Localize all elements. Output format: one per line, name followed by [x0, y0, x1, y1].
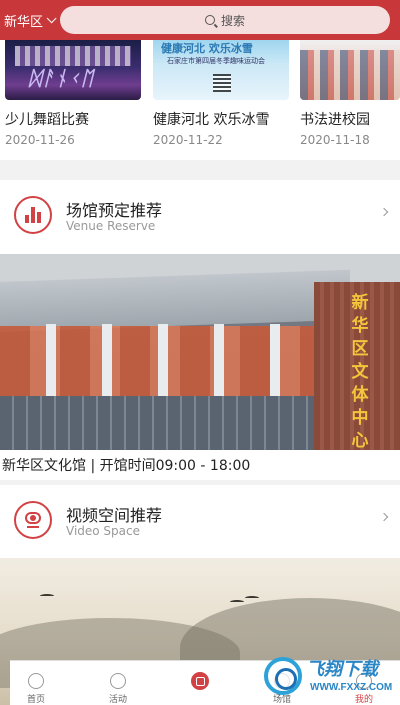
search-input[interactable]: 搜索 [60, 6, 390, 34]
venue-caption: 新华区文化馆 | 开馆时间09:00 - 18:00 [2, 458, 251, 474]
watermark-url: WWW.FXXZ.COM [310, 682, 393, 693]
section-subtitle: Venue Reserve [66, 219, 156, 233]
region-selector[interactable]: 新华区 [0, 11, 58, 30]
activity-title: 书法进校园 [300, 112, 370, 128]
dancers-graphic [15, 46, 131, 66]
search-placeholder: 搜索 [220, 13, 245, 28]
activity-date: 2020-11-18 [300, 133, 370, 147]
bird-graphic [245, 596, 259, 600]
bird-graphic [230, 600, 244, 604]
activity-title: 少儿舞蹈比赛 [5, 112, 89, 128]
section-subtitle: Video Space [66, 524, 141, 538]
top-header: 新华区 搜索 [0, 0, 400, 40]
activity-card[interactable]: ᛞᚨᚾᚲᛖ 少儿舞蹈比赛 2020-11-26 [5, 40, 141, 147]
glass-graphic [0, 396, 320, 450]
video-camera-icon [14, 501, 52, 539]
venue-photo[interactable]: 新华区文体中心 [0, 254, 400, 450]
roof-graphic [0, 269, 350, 333]
chevron-right-icon[interactable] [379, 207, 389, 217]
classroom-graphic [300, 50, 400, 100]
tab-home[interactable]: 首页 [16, 661, 56, 705]
activity-card[interactable]: 健康河北 欢乐冰雪 石家庄市第四届冬季趣味运动会 健康河北 欢乐冰雪 2020-… [153, 40, 289, 147]
activity-icon [110, 673, 126, 689]
watermark-text: 飞翔下载 [306, 659, 378, 680]
center-action-icon [191, 672, 209, 690]
video-section: 视频空间推荐 Video Space [0, 485, 400, 558]
poster-subtitle: 石家庄市第四届冬季趣味运动会 [167, 57, 265, 65]
site-watermark: 飞翔下载 WWW.FXXZ.COM [264, 655, 394, 701]
poster-heading: 健康河北 欢乐冰雪 [161, 42, 253, 55]
section-title: 场馆预定推荐 [66, 201, 163, 220]
activity-card[interactable]: 书法进校园 2020-11-18 [300, 40, 400, 147]
tab-center[interactable] [180, 661, 220, 705]
building-sign: 新华区文体中心 [351, 293, 369, 450]
activity-list: ᛞᚨᚾᚲᛖ 少儿舞蹈比赛 2020-11-26 健康河北 欢乐冰雪 石家庄市第四… [0, 40, 400, 160]
activity-thumbnail-dance: ᛞᚨᚾᚲᛖ [5, 40, 141, 100]
bird-graphic [40, 594, 54, 598]
region-label: 新华区 [4, 14, 44, 30]
section-title: 视频空间推荐 [66, 506, 163, 525]
tab-label: 活动 [108, 695, 127, 705]
tab-label: 首页 [26, 695, 45, 705]
activity-date: 2020-11-26 [5, 133, 75, 147]
venue-section-header[interactable]: 场馆预定推荐 Venue Reserve [0, 180, 400, 250]
tab-activities[interactable]: 活动 [98, 661, 138, 705]
chevron-right-icon[interactable] [379, 512, 389, 522]
activity-thumbnail-ice: 健康河北 欢乐冰雪 石家庄市第四届冬季趣味运动会 [153, 40, 289, 100]
search-icon [204, 15, 215, 25]
activity-thumbnail-calligraphy [300, 40, 400, 100]
home-icon [28, 673, 44, 689]
video-section-header[interactable]: 视频空间推荐 Video Space [0, 485, 400, 555]
qr-code-icon [213, 74, 231, 92]
building-icon [14, 196, 52, 234]
chevron-down-icon [46, 12, 57, 23]
activity-title: 健康河北 欢乐冰雪 [153, 112, 270, 128]
activity-date: 2020-11-22 [153, 133, 223, 147]
dance-artwork: ᛞᚨᚾᚲᛖ [29, 66, 94, 90]
watermark-logo-icon [264, 657, 302, 695]
